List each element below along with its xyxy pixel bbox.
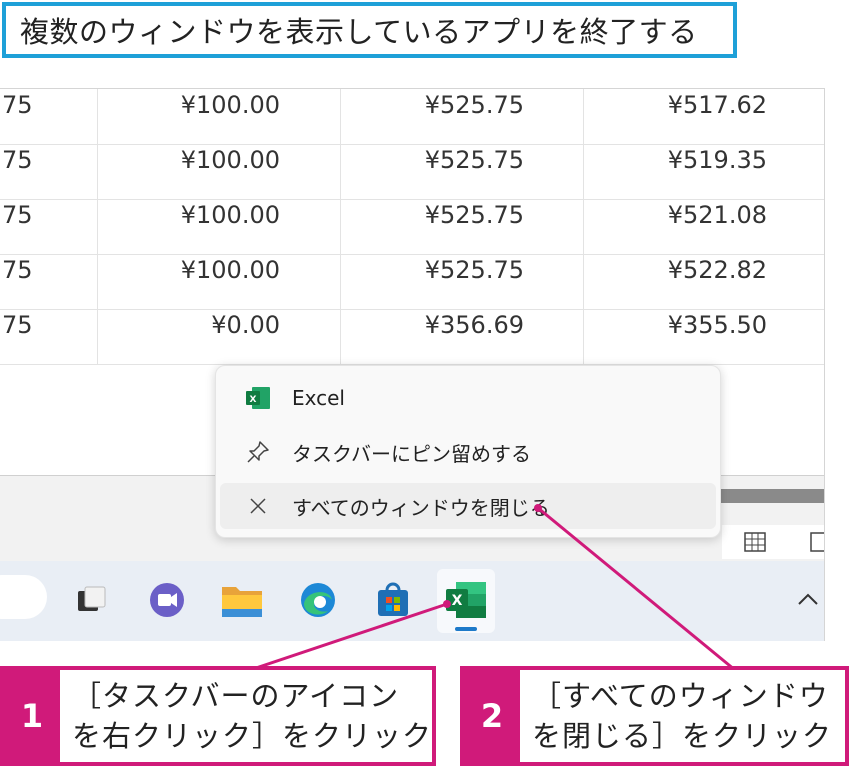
excel-icon: X: [244, 384, 272, 412]
table-cell[interactable]: ¥100.00: [97, 89, 282, 144]
teams-chat-icon[interactable]: [144, 577, 190, 623]
step-text: ［タスクバーのアイコン を右クリック］をクリック: [72, 679, 433, 753]
table-cell[interactable]: ¥0.00: [97, 309, 282, 364]
svg-text:X: X: [452, 593, 463, 609]
page-heading-text: 複数のウィンドウを表示しているアプリを終了する: [20, 15, 698, 49]
table-cell[interactable]: ¥525.75: [340, 144, 526, 199]
table-cell[interactable]: ¥525.75: [340, 199, 526, 254]
search-box[interactable]: [0, 575, 47, 619]
table-row: 75 ¥100.00 ¥525.75 ¥521.08: [0, 199, 824, 255]
view-buttons: [722, 525, 824, 559]
table-row: 75 ¥100.00 ¥525.75 ¥522.82: [0, 254, 824, 310]
normal-view-icon[interactable]: [744, 532, 766, 557]
menu-item-pin-to-taskbar[interactable]: タスクバーにピン留めする: [220, 429, 716, 475]
menu-item-excel[interactable]: X Excel: [220, 375, 716, 421]
pin-icon: [244, 438, 272, 466]
table-row: 75 ¥0.00 ¥356.69 ¥355.50: [0, 309, 824, 365]
table-cell[interactable]: 75: [0, 144, 40, 199]
table-cell[interactable]: ¥355.50: [583, 309, 769, 364]
table-row: 75 ¥100.00 ¥525.75 ¥517.62: [0, 89, 824, 145]
close-icon: [244, 492, 272, 520]
table-cell[interactable]: 75: [0, 309, 40, 364]
callout-step-1: 1 ［タスクバーのアイコン を右クリック］をクリック: [0, 666, 436, 766]
table-cell[interactable]: ¥519.35: [583, 144, 769, 199]
table-cell[interactable]: ¥100.00: [97, 199, 282, 254]
edge-icon[interactable]: [295, 577, 341, 623]
table-cell[interactable]: ¥521.08: [583, 199, 769, 254]
chevron-up-icon[interactable]: [797, 587, 819, 612]
page-heading: 複数のウィンドウを表示しているアプリを終了する: [2, 2, 737, 58]
menu-item-label: タスクバーにピン留めする: [292, 441, 531, 466]
svg-text:X: X: [250, 395, 257, 405]
table-row: 75 ¥100.00 ¥525.75 ¥519.35: [0, 144, 824, 200]
table-cell[interactable]: 75: [0, 89, 40, 144]
step-number: 2: [464, 670, 520, 762]
step-text: ［すべてのウィンドウ を閉じる］をクリック: [532, 679, 833, 753]
excel-icon[interactable]: X: [443, 577, 489, 623]
store-icon[interactable]: [370, 577, 416, 623]
table-cell[interactable]: ¥100.00: [97, 144, 282, 199]
table-cell[interactable]: ¥525.75: [340, 89, 526, 144]
table-cell[interactable]: ¥525.75: [340, 254, 526, 309]
taskbar: X: [0, 561, 824, 641]
step-number: 1: [4, 670, 60, 762]
menu-item-label: すべてのウィンドウを閉じる: [292, 495, 550, 520]
active-app-indicator: [455, 627, 477, 631]
table-cell[interactable]: ¥522.82: [583, 254, 769, 309]
table-cell[interactable]: ¥100.00: [97, 254, 282, 309]
table-cell[interactable]: 75: [0, 254, 40, 309]
table-cell[interactable]: ¥356.69: [340, 309, 526, 364]
menu-item-close-all-windows[interactable]: すべてのウィンドウを閉じる: [220, 483, 716, 529]
table-cell[interactable]: ¥517.62: [583, 89, 769, 144]
page-layout-view-icon[interactable]: [810, 532, 824, 557]
taskbar-context-menu: X Excel タスクバーにピン留めする すべてのウィンドウを閉じる: [215, 365, 721, 538]
horizontal-scrollbar[interactable]: [718, 489, 824, 503]
file-explorer-icon[interactable]: [219, 577, 265, 623]
task-view-icon[interactable]: [68, 577, 114, 623]
menu-item-label: Excel: [292, 386, 345, 410]
table-cell[interactable]: 75: [0, 199, 40, 254]
callout-step-2: 2 ［すべてのウィンドウ を閉じる］をクリック: [460, 666, 849, 766]
